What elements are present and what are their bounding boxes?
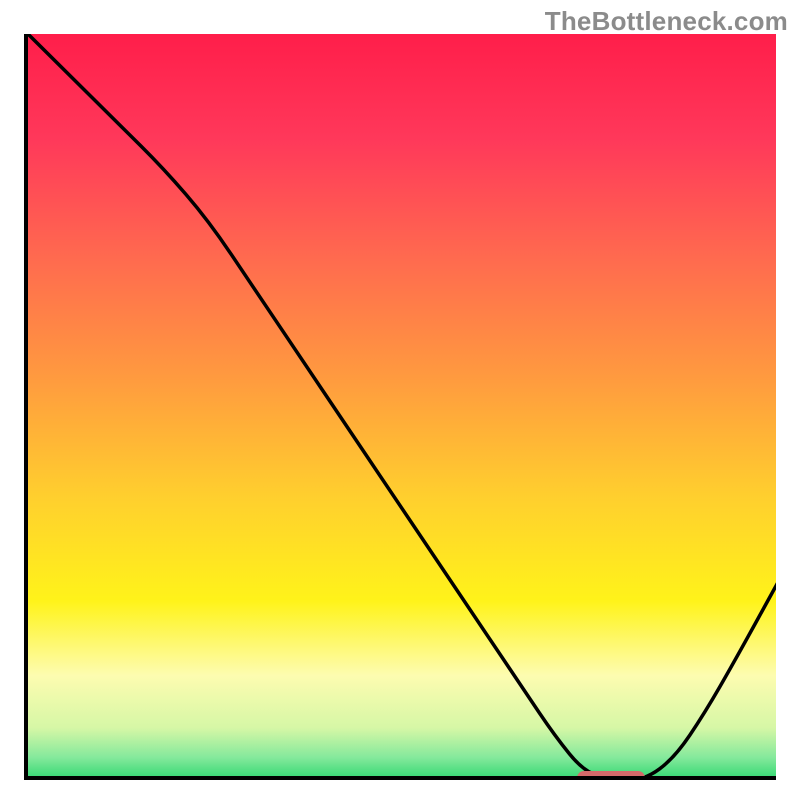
plot-inner	[28, 34, 776, 776]
bottleneck-curve	[28, 34, 776, 780]
optimal-range-marker	[577, 771, 645, 780]
watermark-text: TheBottleneck.com	[545, 6, 788, 37]
curve-layer	[28, 34, 776, 780]
plot-frame	[24, 34, 776, 780]
chart-container: TheBottleneck.com	[0, 0, 800, 800]
